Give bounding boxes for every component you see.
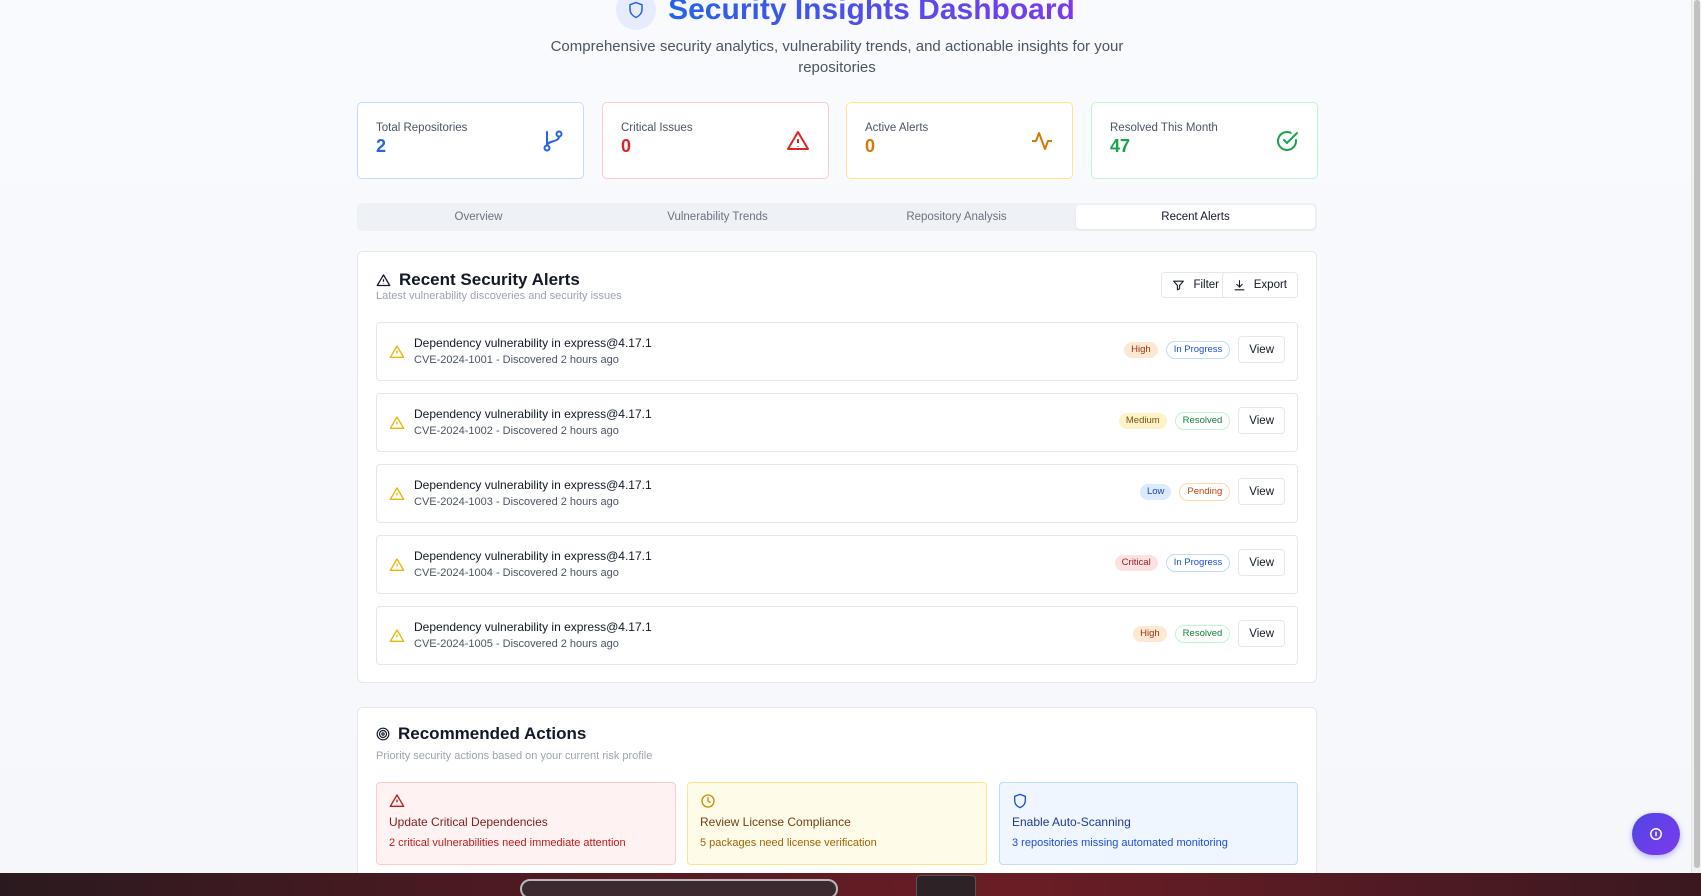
alert-title: Dependency vulnerability in express@4.17…: [414, 336, 652, 350]
export-button[interactable]: Export: [1221, 272, 1298, 298]
alert-meta: CVE-2024-1002 - Discovered 2 hours ago: [414, 425, 619, 437]
status-badge: In Progress: [1165, 553, 1231, 572]
action-description: 3 repositories missing automated monitor…: [1012, 837, 1228, 849]
stat-value: 47: [1110, 136, 1131, 156]
stat-card-active-alerts: Active Alerts 0: [846, 102, 1073, 179]
action-description: 2 critical vulnerabilities need immediat…: [389, 837, 626, 849]
stat-value: 0: [621, 136, 632, 156]
target-icon: [376, 727, 390, 741]
view-button[interactable]: View: [1238, 407, 1285, 434]
stat-label: Active Alerts: [865, 122, 929, 134]
alert-meta: CVE-2024-1003 - Discovered 2 hours ago: [414, 496, 619, 508]
stat-value: 2: [376, 136, 387, 156]
tab-bar: Overview Vulnerability Trends Repository…: [357, 203, 1317, 231]
action-title: Update Critical Dependencies: [389, 815, 548, 829]
action-description: 5 packages need license verification: [700, 837, 877, 849]
stat-label: Total Repositories: [376, 122, 468, 134]
recent-alerts-panel: Recent Security Alerts Latest vulnerabil…: [357, 251, 1317, 683]
filter-button[interactable]: Filter: [1161, 272, 1230, 298]
stat-label: Critical Issues: [621, 122, 693, 134]
alert-triangle-icon: [376, 273, 391, 286]
filter-label: Filter: [1193, 279, 1219, 291]
view-button[interactable]: View: [1238, 549, 1285, 576]
action-title: Review License Compliance: [700, 815, 851, 829]
view-button[interactable]: View: [1238, 336, 1285, 363]
alert-meta: CVE-2024-1005 - Discovered 2 hours ago: [414, 638, 619, 650]
warning-icon: [389, 416, 405, 429]
tab-vulnerability-trends[interactable]: Vulnerability Trends: [598, 205, 837, 229]
taskbar: [0, 873, 1701, 896]
alert-meta: CVE-2024-1001 - Discovered 2 hours ago: [414, 354, 619, 366]
alert-row[interactable]: Dependency vulnerability in express@4.17…: [376, 535, 1298, 594]
alert-triangle-icon: [787, 131, 809, 150]
status-badge: Pending: [1179, 482, 1231, 501]
action-card-auto-scanning[interactable]: Enable Auto-Scanning 3 repositories miss…: [999, 782, 1298, 865]
panel-title: Recommended Actions: [398, 724, 587, 743]
panel-header: Recent Security Alerts: [376, 270, 580, 290]
activity-icon: [1032, 132, 1052, 150]
severity-badge: High: [1133, 625, 1167, 642]
tab-overview[interactable]: Overview: [359, 205, 598, 229]
alert-title: Dependency vulnerability in express@4.17…: [414, 407, 652, 421]
page-header: Security Insights Dashboard: [0, 0, 1691, 30]
alert-row[interactable]: Dependency vulnerability in express@4.17…: [376, 393, 1298, 452]
panel-title: Recent Security Alerts: [399, 270, 580, 289]
clock-icon: [701, 794, 715, 808]
panel-subtitle: Priority security actions based on your …: [376, 750, 653, 762]
status-badge: Resolved: [1174, 624, 1231, 643]
export-label: Export: [1253, 279, 1287, 291]
alert-meta: CVE-2024-1004 - Discovered 2 hours ago: [414, 567, 619, 579]
page-title: Security Insights Dashboard: [668, 0, 1075, 27]
shield-icon: [616, 0, 657, 30]
tab-recent-alerts[interactable]: Recent Alerts: [1076, 205, 1315, 229]
action-title: Enable Auto-Scanning: [1012, 815, 1131, 829]
severity-badge: Medium: [1118, 412, 1167, 429]
warning-icon: [389, 629, 405, 642]
help-fab-button[interactable]: [1632, 813, 1680, 855]
alert-title: Dependency vulnerability in express@4.17…: [414, 620, 652, 634]
filter-icon: [1173, 280, 1185, 290]
status-badge: In Progress: [1165, 340, 1231, 359]
alert-triangle-icon: [389, 794, 405, 807]
stat-value: 0: [865, 136, 876, 156]
scrollbar-thumb[interactable]: [1694, 0, 1700, 868]
action-card-license-compliance[interactable]: Review License Compliance 5 packages nee…: [687, 782, 987, 865]
alert-row[interactable]: Dependency vulnerability in express@4.17…: [376, 464, 1298, 523]
tab-repository-analysis[interactable]: Repository Analysis: [837, 205, 1076, 229]
severity-badge: High: [1124, 341, 1158, 358]
severity-badge: Critical: [1114, 554, 1158, 571]
dashboard-page: Security Insights Dashboard Comprehensiv…: [0, 0, 1691, 873]
stat-card-resolved-this-month: Resolved This Month 47: [1091, 102, 1318, 179]
panel-subtitle: Latest vulnerability discoveries and sec…: [376, 290, 622, 302]
alert-title: Dependency vulnerability in express@4.17…: [414, 478, 652, 492]
stat-card-total-repositories: Total Repositories 2: [357, 102, 584, 179]
warning-icon: [389, 345, 405, 358]
warning-icon: [389, 558, 405, 571]
taskbar-search[interactable]: [520, 879, 838, 896]
git-branch-icon: [543, 130, 563, 152]
stat-label: Resolved This Month: [1110, 122, 1218, 134]
alert-title: Dependency vulnerability in express@4.17…: [414, 549, 652, 563]
vertical-scrollbar[interactable]: [1691, 0, 1701, 873]
view-button[interactable]: View: [1238, 620, 1285, 647]
alert-row[interactable]: Dependency vulnerability in express@4.17…: [376, 606, 1298, 665]
status-badge: Resolved: [1174, 411, 1231, 430]
warning-icon: [389, 487, 405, 500]
taskbar-app[interactable]: [916, 875, 976, 896]
panel-header: Recommended Actions: [376, 724, 586, 744]
recommended-actions-panel: Recommended Actions Priority security ac…: [357, 707, 1317, 873]
stat-card-critical-issues: Critical Issues 0: [602, 102, 829, 179]
page-subtitle: Comprehensive security analytics, vulner…: [550, 38, 1124, 76]
shield-icon: [1014, 793, 1026, 809]
action-card-update-dependencies[interactable]: Update Critical Dependencies 2 critical …: [376, 782, 676, 865]
check-circle-icon: [1277, 131, 1298, 151]
info-icon: [1650, 828, 1662, 840]
alert-row[interactable]: Dependency vulnerability in express@4.17…: [376, 322, 1298, 381]
download-icon: [1234, 279, 1245, 290]
severity-badge: Low: [1139, 483, 1172, 500]
view-button[interactable]: View: [1238, 478, 1285, 505]
